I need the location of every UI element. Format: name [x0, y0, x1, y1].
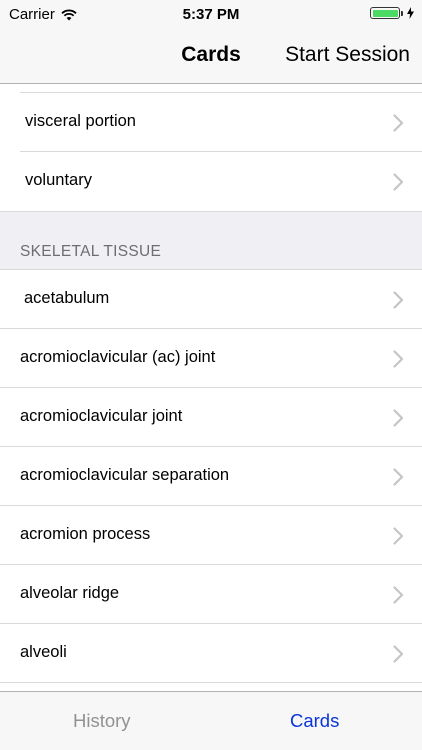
chevron-right-icon	[393, 645, 404, 663]
tab-history[interactable]: History	[73, 710, 131, 732]
status-time: 5:37 PM	[182, 6, 240, 23]
list-item[interactable]: alveoli	[0, 624, 422, 683]
chevron-right-icon	[393, 586, 404, 604]
list-item[interactable]: alveolar ridge	[0, 565, 422, 624]
page-title-text: Cards	[181, 43, 241, 66]
list-item[interactable]: acetabulum	[0, 270, 422, 329]
list-item-label: acromion process	[20, 525, 151, 543]
battery-indicator	[370, 7, 414, 19]
list-item[interactable]: visceral portion	[0, 93, 422, 152]
section-header: SKELETAL TISSUE	[0, 211, 422, 270]
list-item[interactable]: acromioclavicular joint	[0, 388, 422, 447]
battery-icon	[370, 7, 400, 19]
list-item-label: acromioclavicular (ac) joint	[20, 348, 216, 366]
charging-bolt-icon	[407, 7, 414, 19]
section-title: SKELETAL TISSUE	[20, 243, 162, 260]
list-item-label: alveolar ridge	[20, 584, 120, 602]
status-bar: Carrier 5:37 PM	[0, 0, 422, 28]
navigation-bar: Cards Start Session	[0, 28, 422, 84]
chevron-right-icon	[393, 173, 404, 191]
list-item[interactable]: acromioclavicular (ac) joint	[0, 329, 422, 388]
list-item[interactable]: acromioclavicular separation	[0, 447, 422, 506]
start-session-button[interactable]: Start Session	[285, 43, 410, 67]
list-item-label: alveoli	[20, 643, 67, 661]
list-item-label: acetabulum	[24, 289, 110, 307]
chevron-right-icon	[393, 409, 404, 427]
chevron-right-icon	[393, 350, 404, 368]
chevron-right-icon	[393, 527, 404, 545]
list-item[interactable]: acromion process	[0, 506, 422, 565]
list-item-label: voluntary	[25, 171, 92, 189]
chevron-right-icon	[393, 291, 404, 309]
list-item-label: acromioclavicular joint	[20, 407, 183, 425]
tab-cards[interactable]: Cards	[290, 710, 339, 732]
chevron-right-icon	[393, 114, 404, 132]
list-item-partial	[0, 84, 422, 93]
tab-bar: History Cards	[0, 691, 422, 750]
chevron-right-icon	[393, 468, 404, 486]
list-item-label: visceral portion	[25, 112, 136, 130]
list-item[interactable]: voluntary	[0, 152, 422, 211]
cards-list[interactable]: visceral portion voluntary SKELETAL TISS…	[0, 84, 422, 691]
list-item-label: acromioclavicular separation	[20, 466, 230, 484]
